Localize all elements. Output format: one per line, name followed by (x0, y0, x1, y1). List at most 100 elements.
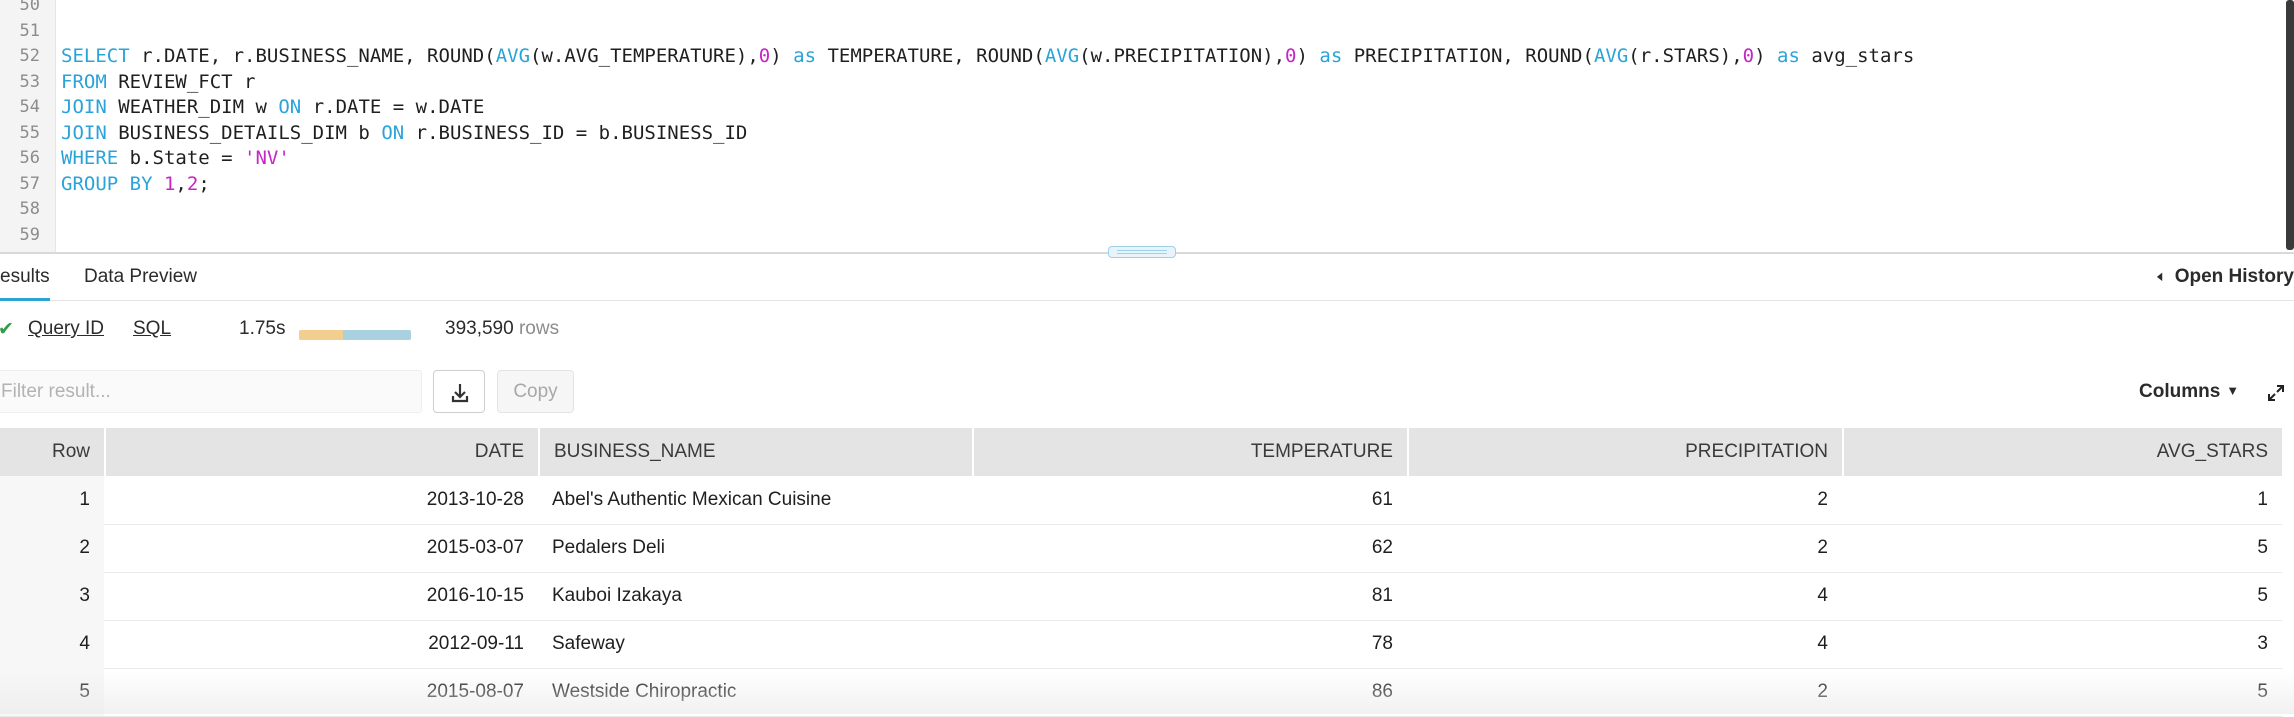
code-line[interactable]: 54 JOIN WEATHER_DIM w ON r.DATE = w.DATE (0, 94, 2260, 120)
cell-precipitation[interactable]: 2 (1407, 476, 1842, 524)
caret-down-icon: ▼ (2226, 383, 2240, 398)
table-row[interactable]: 5 2015-08-07 Westside Chiropractic 86 2 5 (0, 668, 2282, 717)
column-header-precipitation[interactable]: PRECIPITATION (1407, 428, 1842, 476)
cell-precipitation[interactable]: 2 (1407, 668, 1842, 716)
table-row[interactable]: 4 2012-09-11 Safeway 78 4 3 (0, 620, 2282, 669)
code-token-kw: AVG (1044, 45, 1080, 67)
cell-business-name[interactable]: Kauboi Izakaya (538, 572, 972, 620)
code-line[interactable]: 58 (0, 196, 2260, 222)
code-line[interactable]: 56 WHERE b.State = 'NV' (0, 145, 2260, 171)
query-duration: 1.75s (239, 318, 286, 339)
query-id-link[interactable]: Query ID (28, 318, 104, 340)
code-line[interactable]: 59 (0, 222, 2260, 248)
cell-date[interactable]: 2016-10-15 (104, 572, 538, 620)
code-token: avg_stars (1799, 45, 1915, 67)
code-token: , (175, 172, 187, 195)
code-text: FROM REVIEW_FCT r (61, 69, 255, 95)
editor-scrollbar[interactable] (2286, 0, 2294, 250)
code-line[interactable]: 53 FROM REVIEW_FCT r (0, 69, 2260, 95)
table-header: Row DATE BUSINESS_NAME TEMPERATURE PRECIPITA… (0, 428, 2282, 476)
open-history-button[interactable]: 🢐 Open History (2157, 266, 2294, 293)
cell-avg-stars[interactable]: 5 (1842, 668, 2282, 716)
column-header-business-name[interactable]: BUSINESS_NAME (538, 428, 972, 476)
filter-result-input[interactable] (0, 370, 422, 413)
code-line[interactable]: 51 (0, 18, 2260, 44)
cell-temperature[interactable]: 78 (972, 620, 1407, 668)
code-token: (r.STARS), (1628, 45, 1743, 67)
code-token: r.DATE, r.BUSINESS_NAME, ROUND( (129, 45, 496, 67)
table-row[interactable]: 1 2013-10-28 Abel's Authentic Mexican Cuis… (0, 476, 2282, 525)
row-number-cell[interactable]: 4 (0, 620, 104, 668)
cell-temperature[interactable]: 86 (972, 668, 1407, 716)
code-token-kw: ON (278, 96, 302, 118)
cell-temperature[interactable]: 62 (972, 524, 1407, 572)
code-line[interactable]: 52 SELECT r.DATE, r.BUSINESS_NAME, ROUND(… (0, 43, 2260, 69)
row-count-label: rows (518, 318, 560, 339)
cell-temperature[interactable]: 81 (972, 572, 1407, 620)
table-row[interactable]: 3 2016-10-15 Kauboi Izakaya 81 4 5 (0, 572, 2282, 621)
code-token-kw: JOIN (61, 96, 107, 118)
sql-editor[interactable]: 50 51 52 SELECT r.DATE, r.BUSINESS_NAME, RO… (0, 0, 2294, 253)
cell-date[interactable]: 2012-09-11 (104, 620, 538, 668)
cell-business-name[interactable]: Abel's Authentic Mexican Cuisine (538, 476, 972, 524)
cell-avg-stars[interactable]: 5 (1842, 572, 2282, 620)
sql-link[interactable]: SQL (133, 318, 171, 340)
code-token-num: 2 (186, 172, 199, 195)
code-token: ; (198, 172, 210, 195)
line-number: 54 (19, 97, 40, 117)
cell-precipitation[interactable]: 2 (1407, 524, 1842, 572)
cell-date[interactable]: 2013-10-28 (104, 476, 538, 524)
row-count: 393,590 rows (445, 318, 559, 340)
code-text: WHERE b.State = 'NV' (61, 145, 290, 171)
column-header-avg-stars[interactable]: AVG_STARS (1842, 428, 2282, 476)
code-line[interactable]: 57 GROUP BY 1,2; (0, 171, 2260, 197)
code-token: PRECIPITATION, ROUND( (1342, 45, 1594, 67)
row-number-cell[interactable]: 1 (0, 476, 104, 524)
cell-business-name[interactable]: Pedalers Deli (538, 524, 972, 572)
cell-business-name[interactable]: Westside Chiropractic (538, 668, 972, 716)
code-token-num: 0 (758, 45, 771, 67)
table-row[interactable]: 2 2015-03-07 Pedalers Deli 62 2 5 (0, 524, 2282, 573)
expand-icon[interactable] (2266, 383, 2286, 403)
cell-avg-stars[interactable]: 3 (1842, 620, 2282, 668)
cell-date[interactable]: 2015-03-07 (104, 524, 538, 572)
code-token-str: 'NV' (244, 147, 290, 169)
row-number-cell[interactable]: 5 (0, 668, 104, 716)
cell-avg-stars[interactable]: 1 (1842, 476, 2282, 524)
columns-dropdown[interactable]: Columns ▼ (2139, 381, 2239, 403)
code-token: TEMPERATURE, ROUND( (816, 45, 1045, 67)
tab-results[interactable]: esults (0, 266, 50, 301)
success-check-icon: ✔ (0, 319, 14, 340)
row-number-cell[interactable]: 3 (0, 572, 104, 620)
line-number: 55 (19, 122, 40, 143)
line-number: 50 (19, 0, 40, 15)
line-number: 52 (19, 46, 40, 66)
code-token-kw: AVG (1593, 45, 1629, 67)
cell-precipitation[interactable]: 4 (1407, 620, 1842, 668)
copy-button[interactable]: Copy (497, 370, 574, 413)
line-number: 56 (19, 148, 40, 168)
cell-temperature[interactable]: 61 (972, 476, 1407, 524)
column-header-row[interactable]: Row (0, 428, 104, 476)
line-number: 57 (19, 173, 40, 194)
code-token-kw: GROUP BY (61, 172, 153, 195)
cell-avg-stars[interactable]: 5 (1842, 524, 2282, 572)
compile-time-segment (299, 330, 343, 340)
open-history-label: Open History (2174, 266, 2294, 287)
row-count-value: 393,590 (445, 318, 514, 339)
cell-business-name[interactable]: Safeway (538, 620, 972, 668)
column-header-temperature[interactable]: TEMPERATURE (972, 428, 1407, 476)
row-number-cell[interactable]: 2 (0, 524, 104, 572)
download-button[interactable] (433, 370, 485, 413)
column-header-date[interactable]: DATE (104, 428, 538, 476)
code-token-num: 0 (1742, 45, 1755, 67)
code-token-kw: as (1319, 45, 1343, 67)
code-token: ) (1754, 45, 1778, 67)
cell-date[interactable]: 2015-08-07 (104, 668, 538, 716)
code-line[interactable]: 55 JOIN BUSINESS_DETAILS_DIM b ON r.BUSIN… (0, 120, 2260, 146)
code-line[interactable]: 50 (0, 0, 2260, 18)
download-icon (451, 384, 469, 403)
cell-precipitation[interactable]: 4 (1407, 572, 1842, 620)
code-token-kw: FROM (61, 70, 107, 93)
tab-data-preview[interactable]: Data Preview (84, 266, 197, 288)
